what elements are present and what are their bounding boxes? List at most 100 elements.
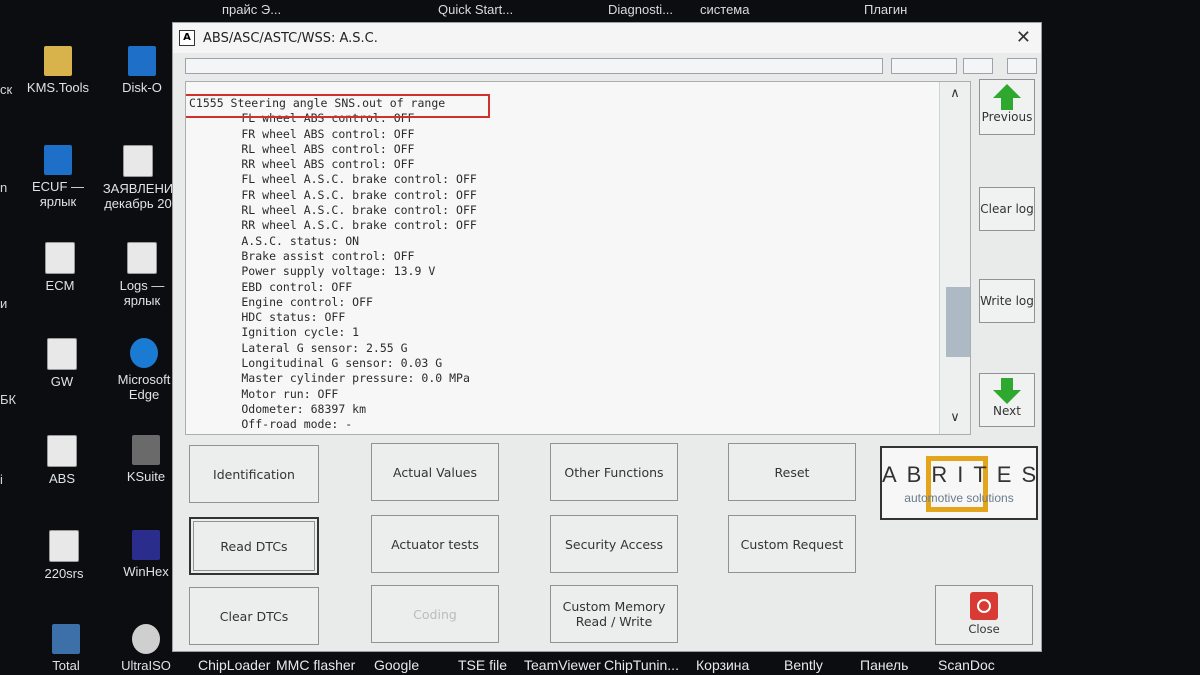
status-field bbox=[185, 58, 883, 74]
dtc-highlight-box bbox=[186, 94, 490, 118]
clear-log-button[interactable]: Clear log bbox=[979, 187, 1035, 231]
close-button[interactable]: Close bbox=[935, 585, 1033, 645]
desktop-top-label[interactable]: Плагин bbox=[864, 2, 907, 17]
log-line: Lateral G sensor: 2.55 G bbox=[186, 340, 408, 355]
desktop-bottom-label[interactable]: ScanDoc bbox=[938, 657, 995, 673]
power-icon bbox=[970, 592, 998, 620]
log-line: Brake assist control: OFF bbox=[186, 248, 415, 263]
logo-wordmark: ABRITES bbox=[882, 462, 1047, 487]
disk-icon bbox=[52, 624, 80, 654]
desktop-top-label[interactable]: Diagnosti... bbox=[608, 2, 673, 17]
desktop-edge-label: и bbox=[0, 296, 8, 311]
cd-icon bbox=[132, 624, 160, 654]
custom-memory-button[interactable]: Custom Memory Read / Write bbox=[550, 585, 678, 643]
folder-icon bbox=[44, 46, 72, 76]
scroll-down-icon[interactable]: ∨ bbox=[940, 410, 970, 430]
actuator-tests-button[interactable]: Actuator tests bbox=[371, 515, 499, 573]
log-line: FR wheel ABS control: OFF bbox=[186, 126, 415, 141]
desktop-bottom-label[interactable]: TSE file bbox=[458, 657, 507, 673]
log-line: Power supply voltage: 13.9 V bbox=[186, 264, 436, 279]
desktop-icon-gw[interactable]: GW bbox=[22, 338, 102, 389]
abrites-logo: ABRITES automotive solutions bbox=[880, 446, 1038, 520]
log-line: Motor run: OFF bbox=[186, 386, 339, 401]
clear-dtcs-button[interactable]: Clear DTCs bbox=[189, 587, 319, 645]
log-scrollbar[interactable]: ∧ ∨ bbox=[939, 82, 970, 434]
desktop-top-label[interactable]: система bbox=[700, 2, 749, 17]
write-log-button[interactable]: Write log bbox=[979, 279, 1035, 323]
close-label: Close bbox=[968, 622, 1000, 636]
close-icon[interactable]: ✕ bbox=[1016, 27, 1031, 48]
desktop-bottom-label[interactable]: MMC flasher bbox=[276, 657, 355, 673]
next-label: Next bbox=[993, 404, 1021, 418]
desktop-icon-zayavlenie[interactable]: ЗАЯВЛЕНИ декабрь 20 bbox=[98, 145, 178, 211]
desktop-icon-disk-o[interactable]: Disk-O bbox=[102, 46, 182, 95]
status-bar bbox=[185, 58, 1037, 74]
desktop-bottom-label[interactable]: TeamViewer bbox=[524, 657, 601, 673]
log-line: Master cylinder pressure: 0.0 MPa bbox=[186, 371, 470, 386]
scroll-thumb[interactable] bbox=[946, 287, 970, 357]
arrow-up-icon bbox=[993, 84, 1021, 98]
desktop-top-label[interactable]: Quick Start... bbox=[438, 2, 513, 17]
desktop-icon-ecm[interactable]: ECM bbox=[20, 242, 100, 293]
document-icon bbox=[45, 242, 75, 274]
desktop-icon-label: ECUF — ярлык bbox=[32, 179, 84, 209]
other-functions-button[interactable]: Other Functions bbox=[550, 443, 678, 501]
desktop-bottom-label[interactable]: Корзина bbox=[696, 657, 749, 673]
next-button[interactable]: Next bbox=[979, 373, 1035, 427]
log-line: FL wheel A.S.C. brake control: OFF bbox=[186, 172, 477, 187]
desktop-icon-label: Logs — ярлык bbox=[119, 278, 165, 308]
logo-subtitle: automotive solutions bbox=[904, 491, 1014, 505]
arrow-stem bbox=[1001, 378, 1013, 390]
status-field bbox=[891, 58, 957, 74]
previous-button[interactable]: Previous bbox=[979, 79, 1035, 135]
desktop-bottom-label[interactable]: Bently bbox=[784, 657, 823, 673]
desktop-bottom-label[interactable]: ChipLoader bbox=[198, 657, 270, 673]
read-dtcs-button[interactable]: Read DTCs bbox=[189, 517, 319, 575]
desktop-bottom-label[interactable]: Google bbox=[374, 657, 419, 673]
desktop-icon-abs[interactable]: ABS bbox=[22, 435, 102, 486]
app-icon: A bbox=[179, 30, 195, 46]
document-icon bbox=[127, 242, 157, 274]
desktop-icon-label: 220srs bbox=[44, 566, 84, 581]
desktop-icon-label: Microsoft Edge bbox=[117, 372, 171, 402]
document-icon bbox=[47, 338, 77, 370]
document-icon bbox=[123, 145, 153, 177]
hex-icon bbox=[132, 530, 160, 560]
desktop-edge-label: n bbox=[0, 180, 8, 195]
ecu-icon bbox=[44, 145, 72, 175]
identification-button[interactable]: Identification bbox=[189, 445, 319, 503]
desktop-icon-logs[interactable]: Logs — ярлык bbox=[102, 242, 182, 308]
desktop-icon-label: ECM bbox=[45, 278, 75, 293]
security-access-button[interactable]: Security Access bbox=[550, 515, 678, 573]
log-panel[interactable]: C1555 Steering angle SNS.out of range FL… bbox=[185, 81, 971, 435]
desktop-edge-label: i bbox=[0, 472, 3, 487]
log-line: Odometer: 68397 km bbox=[186, 401, 367, 416]
desktop-top-label[interactable]: прайс Э... bbox=[222, 2, 281, 17]
window-titlebar[interactable]: A ABS/ASC/ASTC/WSS: A.S.C. ✕ bbox=[173, 23, 1041, 53]
desktop-icon-total[interactable]: Total bbox=[26, 624, 106, 673]
document-icon bbox=[49, 530, 79, 562]
log-line: RL wheel A.S.C. brake control: OFF bbox=[186, 203, 477, 218]
log-line: FR wheel A.S.C. brake control: OFF bbox=[186, 187, 477, 202]
desktop-icon-label: ЗАЯВЛЕНИ декабрь 20 bbox=[102, 181, 174, 211]
actual-values-button[interactable]: Actual Values bbox=[371, 443, 499, 501]
desktop-icon-label: KMS.Tools bbox=[26, 80, 90, 95]
desktop-bottom-label[interactable]: ChipTunin... bbox=[604, 657, 679, 673]
desktop-icon-ecuf[interactable]: ECUF — ярлык bbox=[18, 145, 98, 209]
reset-button[interactable]: Reset bbox=[728, 443, 856, 501]
scroll-up-icon[interactable]: ∧ bbox=[940, 86, 970, 106]
status-field bbox=[1007, 58, 1037, 74]
desktop-icon-220srs[interactable]: 220srs bbox=[24, 530, 104, 581]
log-lines: C1555 Steering angle SNS.out of range FL… bbox=[186, 96, 477, 433]
desktop-bottom-label[interactable]: Панель bbox=[860, 657, 908, 673]
log-line: Longitudinal G sensor: 0.03 G bbox=[186, 356, 443, 371]
document-icon bbox=[47, 435, 77, 467]
ksuite-icon bbox=[132, 435, 160, 465]
disk-icon bbox=[128, 46, 156, 76]
log-line: Ignition cycle: 1 bbox=[186, 325, 360, 340]
status-field bbox=[963, 58, 993, 74]
custom-request-button[interactable]: Custom Request bbox=[728, 515, 856, 573]
log-line: RL wheel ABS control: OFF bbox=[186, 141, 415, 156]
desktop-icon-kms-tools[interactable]: KMS.Tools bbox=[18, 46, 98, 95]
log-line: RR wheel ABS control: OFF bbox=[186, 157, 415, 172]
